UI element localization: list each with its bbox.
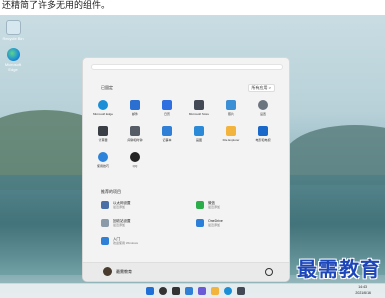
pinned-app[interactable]: QQ <box>120 152 150 168</box>
recycle-bin-icon <box>5 20 21 35</box>
desktop-icon-label: Recycle Bin <box>2 36 24 41</box>
avatar[interactable] <box>103 267 112 276</box>
pinned-app-label: 设置 <box>259 112 266 116</box>
qq-icon <box>130 152 140 162</box>
desktop[interactable]: Recycle Bin Microsoft Edge 已固定 所有应用 > Mi… <box>0 15 385 298</box>
pinned-app-label: Microsoft Edge <box>92 112 113 116</box>
taskbar-date[interactable]: 2021/6/16 <box>355 291 371 295</box>
clock-icon <box>130 126 140 136</box>
photos-icon <box>226 100 236 110</box>
pinned-app[interactable]: 照片 <box>216 100 246 116</box>
recommended-item-subtitle: 最近添加 <box>208 223 221 227</box>
pinned-app[interactable]: 电影和电视 <box>248 126 278 142</box>
pinned-app[interactable]: 日历 <box>152 100 182 116</box>
desktop-icon-label: Microsoft Edge <box>4 62 22 72</box>
network-icon <box>101 201 109 209</box>
pinned-app-label: 日历 <box>163 112 170 116</box>
edge-icon <box>98 100 108 110</box>
calculator-icon <box>98 126 108 136</box>
recommended-item-subtitle: 最近添加 <box>113 205 126 209</box>
recommended-item-subtitle: 欢迎使用 Windows <box>113 241 139 245</box>
recommended-item[interactable]: 入门 欢迎使用 Windows <box>101 237 181 247</box>
pinned-app-label: 邮件 <box>131 112 138 116</box>
pinned-app-label: 闹钟和时钟 <box>127 138 143 142</box>
pinned-app-label: QQ <box>132 164 138 168</box>
pinned-app[interactable]: 邮件 <box>120 100 150 116</box>
wechat-icon <box>196 201 204 209</box>
pinned-app-label: 使用技巧 <box>96 164 109 168</box>
start-search-input[interactable] <box>91 64 283 70</box>
pinned-app-label: 画图 <box>195 138 202 142</box>
recommended-item-subtitle: 最近添加 <box>208 205 221 209</box>
pinned-app[interactable]: 设置 <box>248 100 278 116</box>
desktop-icon-recycle-bin[interactable]: Recycle Bin <box>2 20 24 41</box>
desktop-icon-edge[interactable]: Microsoft Edge <box>2 48 24 72</box>
store-icon[interactable] <box>237 287 245 295</box>
taskbar-time[interactable]: 14:43 <box>358 285 367 289</box>
edge-icon <box>6 48 20 61</box>
paint-icon <box>194 126 204 136</box>
pinned-app-label: 计算器 <box>98 138 108 142</box>
mail-icon <box>130 100 140 110</box>
pinned-app[interactable]: 使用技巧 <box>88 152 118 168</box>
pinned-app[interactable]: 画图 <box>184 126 214 142</box>
folder-icon[interactable] <box>211 287 219 295</box>
start-footer: 最需教育 <box>83 262 289 281</box>
recommended-section-title: 推荐的项目 <box>101 189 121 194</box>
tips-icon <box>98 152 108 162</box>
calendar-icon <box>162 100 172 110</box>
start-icon[interactable] <box>146 287 154 295</box>
pinned-app-label: Microsoft Store <box>188 112 210 116</box>
pinned-app-label: 电影和电视 <box>255 138 271 142</box>
widgets-icon[interactable] <box>185 287 193 295</box>
recommended-item[interactable]: OneDrive 最近添加 <box>196 219 276 229</box>
recommended-item[interactable]: 以太网设置 最近添加 <box>101 201 181 211</box>
pinned-app[interactable]: Microsoft Edge <box>88 100 118 116</box>
screenshot-root: 还精简了许多无用的组件。 Recycle Bin Microsoft Edge … <box>0 0 385 298</box>
pinned-app-label: 照片 <box>227 112 234 116</box>
folder-icon <box>226 126 236 136</box>
pinned-app[interactable]: File Explorer <box>216 126 246 142</box>
pinned-app[interactable]: Microsoft Store <box>184 100 214 116</box>
article-caption: 还精简了许多无用的组件。 <box>2 1 111 11</box>
pinned-app[interactable]: 记事本 <box>152 126 182 142</box>
search-icon[interactable] <box>159 287 167 295</box>
video-icon <box>258 126 268 136</box>
notepad-icon <box>162 126 172 136</box>
edge-icon[interactable] <box>224 287 232 295</box>
pinned-app-label: 记事本 <box>162 138 172 142</box>
onedrive-icon <box>196 219 204 227</box>
recycle-bin-icon <box>101 219 109 227</box>
power-icon[interactable] <box>265 268 273 276</box>
pinned-app[interactable]: 计算器 <box>88 126 118 142</box>
recommended-item[interactable]: 回收站设置 最近添加 <box>101 219 181 229</box>
recommended-item[interactable]: 微信 最近添加 <box>196 201 276 211</box>
pinned-section-title: 已固定 <box>101 85 113 90</box>
get-started-icon <box>101 237 109 245</box>
watermark-text: 最需教育 <box>297 257 381 281</box>
chat-icon[interactable] <box>198 287 206 295</box>
user-name[interactable]: 最需教育 <box>116 269 132 275</box>
recommended-item-subtitle: 最近添加 <box>113 223 126 227</box>
pinned-app-label: File Explorer <box>222 138 240 142</box>
settings-icon <box>258 100 268 110</box>
task-view-icon[interactable] <box>172 287 180 295</box>
all-apps-button[interactable]: 所有应用 > <box>247 84 275 92</box>
start-menu: 已固定 所有应用 > Microsoft Edge 邮件 日历 Microsoft S… <box>82 57 290 282</box>
pinned-app[interactable]: 闹钟和时钟 <box>120 126 150 142</box>
taskbar: 14:43 2021/6/16 <box>0 283 385 298</box>
store-icon <box>194 100 204 110</box>
